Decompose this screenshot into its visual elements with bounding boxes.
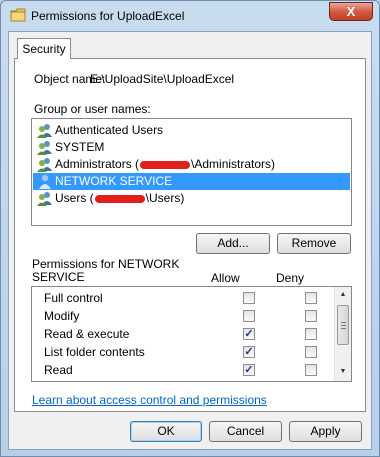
user-name-suffix: \Administrators): [191, 157, 276, 171]
group-user-list[interactable]: Authenticated Users SYSTEM Administrator…: [31, 118, 352, 226]
list-item-selected[interactable]: NETWORK SERVICE: [33, 173, 350, 190]
group-list-label: Group or user names:: [34, 102, 151, 116]
deny-column-header: Deny: [276, 271, 305, 285]
close-button[interactable]: X: [329, 2, 373, 21]
user-name: Administrators (: [55, 157, 140, 171]
permission-row: List folder contents ✓: [32, 343, 334, 361]
allow-checkbox[interactable]: ✓: [243, 328, 255, 340]
permissions-scrollbar[interactable]: ▲ ▼: [334, 287, 351, 381]
remove-button[interactable]: Remove: [277, 233, 351, 254]
scroll-up-icon[interactable]: ▲: [335, 287, 351, 303]
learn-more-link[interactable]: Learn about access control and permissio…: [32, 393, 267, 407]
user-name: SYSTEM: [55, 140, 105, 154]
list-item[interactable]: Authenticated Users: [33, 122, 350, 139]
tab-label: Security: [22, 42, 66, 56]
permissions-dialog: Permissions for UploadExcel X Security O…: [0, 0, 380, 457]
allow-checkbox[interactable]: [243, 292, 255, 304]
window-title: Permissions for UploadExcel: [31, 9, 185, 23]
object-name-value: E:\UploadSite\UploadExcel: [90, 72, 235, 86]
deny-checkbox[interactable]: [305, 346, 317, 358]
permissions-title: Permissions for NETWORK SERVICE: [32, 257, 180, 284]
scroll-down-icon[interactable]: ▼: [335, 364, 351, 380]
title-bar[interactable]: Permissions for UploadExcel X: [1, 1, 379, 31]
cancel-button[interactable]: Cancel: [209, 421, 282, 442]
add-button[interactable]: Add...: [196, 233, 270, 254]
ok-button[interactable]: OK: [130, 421, 202, 442]
user-group-icon: [37, 192, 52, 206]
permissions-list[interactable]: Full control Modify Read & execute ✓ List fo…: [31, 286, 352, 382]
redaction-mark: [140, 160, 191, 169]
user-group-icon: [37, 141, 52, 155]
permission-name: Read & execute: [44, 327, 130, 341]
deny-checkbox[interactable]: [305, 292, 317, 304]
scroll-thumb[interactable]: [337, 305, 349, 345]
permission-name: Full control: [44, 291, 103, 305]
user-name: Authenticated Users: [55, 123, 164, 137]
permission-row: Full control: [32, 289, 334, 307]
deny-checkbox[interactable]: [305, 328, 317, 340]
close-icon: X: [346, 4, 356, 19]
permission-name: Modify: [44, 309, 80, 323]
permission-row: Read & execute ✓: [32, 325, 334, 343]
dialog-body: Security Object name: E:\UploadSite\Uplo…: [8, 31, 372, 450]
allow-checkbox[interactable]: [243, 310, 255, 322]
user-group-icon: [37, 124, 52, 138]
permission-name: Read: [44, 363, 73, 377]
list-item[interactable]: SYSTEM: [33, 139, 350, 156]
user-group-icon: [37, 158, 52, 172]
apply-button[interactable]: Apply: [289, 421, 362, 442]
deny-checkbox[interactable]: [305, 310, 317, 322]
user-name: NETWORK SERVICE: [55, 174, 173, 188]
folder-icon: [10, 8, 26, 22]
allow-checkbox[interactable]: ✓: [243, 346, 255, 358]
permission-name: List folder contents: [44, 345, 145, 359]
user-name-suffix: \Users): [145, 191, 185, 205]
list-item[interactable]: Users ( \Users): [33, 190, 350, 207]
list-item[interactable]: Administrators ( \Administrators): [33, 156, 350, 173]
user-name: Users (: [55, 191, 94, 205]
tab-security[interactable]: Security: [17, 38, 71, 59]
allow-checkbox[interactable]: ✓: [243, 364, 255, 376]
deny-checkbox[interactable]: [305, 364, 317, 376]
redaction-mark: [94, 194, 145, 203]
permission-row: Modify: [32, 307, 334, 325]
allow-column-header: Allow: [211, 271, 240, 285]
user-icon: [39, 174, 51, 189]
permission-row: Read ✓: [32, 361, 334, 379]
